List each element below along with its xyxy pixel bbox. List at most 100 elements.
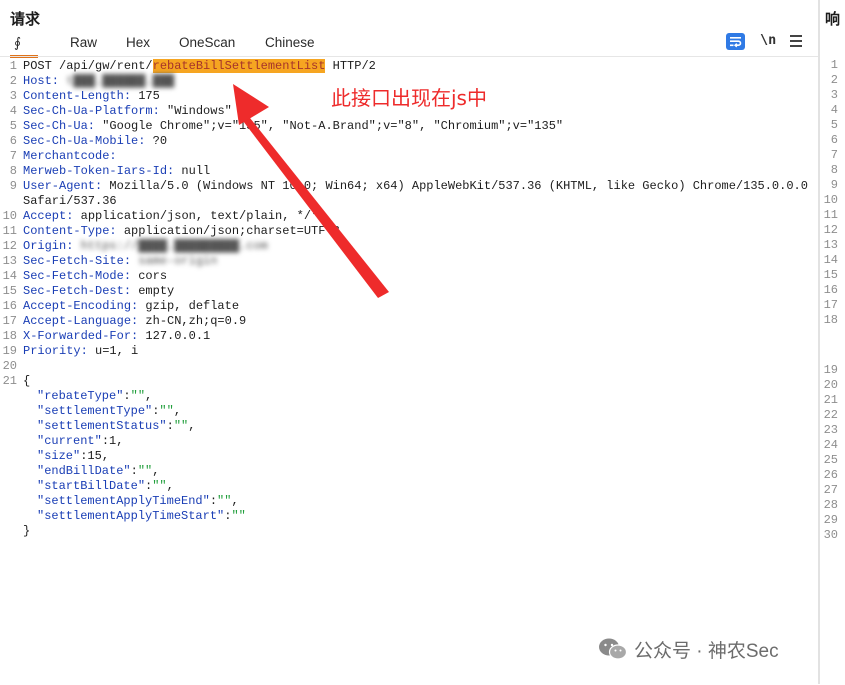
line-content: Content-Type: application/json;charset=U… (23, 224, 340, 239)
line-number: 11 (2, 224, 17, 238)
json-key: "settlementApplyTimeStart" (37, 509, 225, 523)
line-number: 19 (2, 344, 17, 358)
json-entry: "rebateType":"", (37, 389, 152, 404)
header-value: "Windows" (159, 104, 232, 118)
json-value: "" (130, 389, 146, 403)
response-line-number: 18 (823, 313, 838, 327)
json-key: "settlementStatus" (37, 419, 167, 433)
json-colon: : (166, 419, 174, 433)
header-name: Sec-Ch-Ua: (23, 119, 96, 133)
header-name: Sec-Fetch-Mode: (23, 269, 132, 283)
response-line-number: 10 (823, 193, 838, 207)
request-panel-title: 请求 (10, 11, 41, 28)
json-value: "" (217, 494, 232, 508)
header-value: zh-CN,zh;q=0.9 (138, 314, 247, 328)
line-content: Content-Length: 175 (23, 89, 160, 104)
response-line-number: 20 (823, 378, 838, 392)
code-line: 8 Merweb-Token-Iars-Id: null (0, 164, 810, 179)
json-comma: , (116, 434, 124, 448)
response-line-number: 8 (830, 163, 838, 177)
request-editor[interactable]: 1 POST /api/gw/rent/rebateBillSettlementL… (0, 56, 818, 685)
json-key: "settlementApplyTimeEnd" (37, 494, 210, 508)
response-line-number: 12 (823, 223, 838, 237)
response-line-number: 19 (823, 363, 838, 377)
line-content: Accept: application/json, text/plain, */… (23, 209, 318, 224)
code-line: 15 Sec-Fetch-Dest: empty (0, 284, 810, 299)
header-value: u=1, i (87, 344, 139, 358)
response-line-number: 4 (830, 103, 838, 117)
line-number: 4 (9, 104, 17, 118)
line-number: 5 (9, 119, 17, 133)
line-content: POST /api/gw/rent/rebateBillSettlementLi… (23, 59, 376, 74)
json-comma: , (231, 494, 239, 508)
json-comma: , (145, 389, 153, 403)
header-name: Content-Type: (23, 224, 117, 238)
json-colon: : (209, 494, 218, 508)
json-value: "" (152, 479, 167, 493)
json-entry: "settlementType":"", (37, 404, 181, 419)
json-entry: "endBillDate":"", (37, 464, 159, 479)
line-content: Priority: u=1, i (23, 344, 138, 359)
line-number: 10 (2, 209, 17, 223)
hamburger-menu-icon[interactable] (790, 35, 802, 50)
line-content: { (23, 374, 30, 389)
response-line-number: 22 (823, 408, 838, 422)
response-line-number: 11 (823, 208, 838, 222)
code-line: 9 User-Agent: Mozilla/5.0 (Windows NT 10.… (0, 179, 810, 194)
tab-raw[interactable]: Raw (70, 35, 97, 50)
json-comma: , (188, 419, 196, 433)
code-line: 7 Merchantcode: (0, 149, 810, 164)
line-number: 20 (2, 359, 17, 373)
code-line: 17 Accept-Language: zh-CN,zh;q=0.9 (0, 314, 810, 329)
line-number: 9 (9, 179, 17, 193)
code-line: 11 Content-Type: application/json;charset… (0, 224, 810, 239)
response-line-number: 2 (830, 73, 838, 87)
header-name: Accept: (23, 209, 74, 223)
watermark: 公众号 · 神农Sec (598, 636, 779, 667)
response-line-number: 23 (823, 423, 838, 437)
line-number: 7 (9, 149, 17, 163)
header-name: Content-Length: (23, 89, 132, 103)
tab-chinese[interactable]: Chinese (265, 35, 315, 50)
http-version: HTTP/2 (325, 59, 376, 73)
code-line: 19 Priority: u=1, i (0, 344, 810, 359)
json-key: "current" (37, 434, 102, 448)
response-line-number: 13 (823, 238, 838, 252)
json-key: "startBillDate" (37, 479, 146, 493)
wrap-lines-glyph (730, 37, 742, 48)
response-line-number: 16 (823, 283, 838, 297)
code-line: 18 X-Forwarded-For: 127.0.0.1 (0, 329, 810, 344)
header-name: Merweb-Token-Iars-Id: (23, 164, 175, 178)
line-number: 3 (9, 89, 17, 103)
json-entry: "settlementApplyTimeEnd":"", (37, 494, 239, 509)
json-key: "rebateType" (37, 389, 124, 403)
response-line-number: 26 (823, 468, 838, 482)
json-colon: : (130, 464, 138, 478)
header-value: Mozilla/5.0 (Windows NT 10.0; Win64; x64… (102, 179, 808, 193)
tab-onescan[interactable]: OneScan (179, 35, 235, 50)
json-value: "" (159, 404, 174, 418)
response-line-number: 29 (823, 513, 838, 527)
header-value: application/json;charset=UTF-8 (116, 224, 340, 238)
tab-hex[interactable]: Hex (126, 35, 150, 50)
header-name: Sec-Fetch-Dest: (23, 284, 132, 298)
header-value: 175 (131, 89, 160, 103)
response-line-number: 5 (830, 118, 838, 132)
line-number: 2 (9, 74, 17, 88)
response-line-number: 30 (823, 528, 838, 542)
watermark-text: 公众号 · 神农Sec (634, 641, 779, 662)
json-entry: "size":15, (37, 449, 109, 464)
response-panel-title: 响 (825, 11, 841, 28)
wrap-lines-icon[interactable] (726, 33, 745, 50)
line-content: Origin: https://████.█████████.com (23, 239, 268, 254)
line-content: Host: t███.██████.███ (23, 74, 174, 89)
header-name: Sec-Ch-Ua-Mobile: (23, 134, 146, 148)
line-number: 1 (9, 59, 17, 73)
response-panel: 响 1 2 3 4 5 6 7 8 9 10 11 12 13 14 15 16 17 18 19 20 21 22 23 2… (820, 0, 845, 684)
newline-toggle-button[interactable]: \n (760, 32, 776, 48)
line-content: X-Forwarded-For: 127.0.0.1 (23, 329, 210, 344)
json-comma: , (152, 464, 160, 478)
header-name: Host: (23, 74, 60, 88)
tab-pretty[interactable]: ∮ (14, 35, 21, 51)
json-value: 15 (87, 449, 102, 463)
